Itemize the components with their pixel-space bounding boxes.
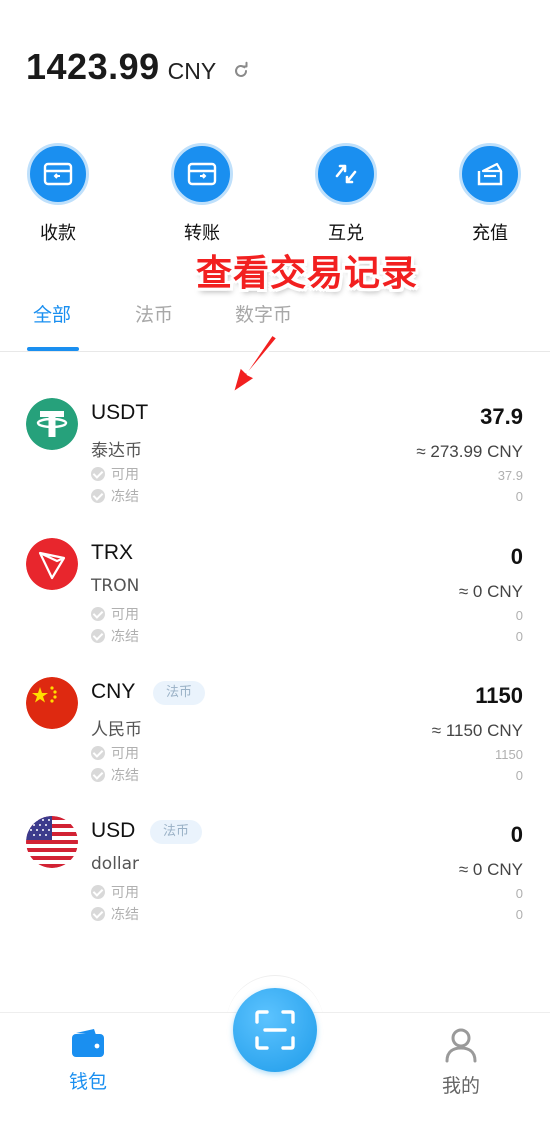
frozen-row: 冻结: [91, 486, 139, 506]
asset-approx-value: ≈ 0 CNY: [458, 582, 523, 601]
topup-icon: [459, 143, 521, 205]
balance-amount: 1423.99: [26, 46, 160, 87]
available-label: 可用: [111, 746, 139, 762]
asset-frozen-value: 0: [515, 768, 523, 783]
asset-name: 人民币: [91, 720, 142, 740]
exchange-icon: [315, 143, 377, 205]
available-row: 可用: [91, 743, 139, 763]
tab-indicator: [27, 347, 79, 351]
balance-summary: 1423.99 CNY: [26, 46, 216, 88]
fiat-badge: 法币: [150, 820, 203, 844]
asset-available-value: 0: [515, 608, 523, 623]
tab-fiat[interactable]: 法币: [135, 300, 173, 327]
check-icon: [91, 467, 105, 481]
asset-name: 泰达币: [91, 441, 142, 461]
check-icon: [91, 768, 105, 782]
frozen-row: 冻结: [91, 904, 139, 924]
available-row: 可用: [91, 464, 139, 484]
user-icon: [445, 1028, 477, 1063]
check-icon: [91, 489, 105, 503]
exchange-label: 互兑: [328, 223, 364, 244]
scan-button[interactable]: [233, 988, 317, 1072]
annotation-arrow-icon: [230, 332, 280, 396]
exchange-button[interactable]: 互兑: [296, 143, 396, 245]
asset-symbol: CNY: [91, 680, 136, 703]
asset-symbol: USD: [91, 819, 136, 842]
tab-digital[interactable]: 数字币: [235, 300, 292, 327]
wallet-icon: [72, 1029, 104, 1057]
asset-name: TRON: [91, 576, 140, 596]
check-icon: [91, 907, 105, 921]
asset-total: 0: [510, 822, 523, 847]
asset-row-cny[interactable]: CNY 法币 人民币 可用 冻结 1150 ≈ 1150 CNY 1150 0: [0, 677, 550, 807]
transfer-button[interactable]: 转账: [152, 143, 252, 245]
asset-approx-value: ≈ 0 CNY: [458, 860, 523, 879]
fiat-badge: 法币: [153, 681, 206, 705]
asset-total: 1150: [475, 683, 523, 708]
tether-icon: [26, 398, 78, 450]
annotation-text: 查看交易记录: [196, 253, 419, 294]
asset-available-value: 0: [515, 886, 523, 901]
check-icon: [91, 885, 105, 899]
receive-button[interactable]: 收款: [8, 143, 108, 245]
refresh-icon[interactable]: [231, 61, 251, 81]
nav-mine[interactable]: 我的: [411, 1027, 511, 1098]
frozen-label: 冻结: [111, 629, 139, 645]
china-flag-icon: [26, 677, 78, 729]
asset-frozen-value: 0: [515, 489, 523, 504]
asset-symbol: TRX: [91, 541, 133, 564]
frozen-label: 冻结: [111, 489, 139, 505]
frozen-row: 冻结: [91, 765, 139, 785]
check-icon: [91, 607, 105, 621]
asset-total: 0: [510, 544, 523, 569]
asset-row-usd[interactable]: USD 法币 dollar 可用 冻结 0 ≈ 0 CNY 0 0: [0, 816, 550, 946]
available-label: 可用: [111, 607, 139, 623]
scan-icon: [255, 1010, 295, 1050]
us-flag-icon: [26, 816, 78, 868]
asset-available-value: 37.9: [497, 468, 523, 483]
asset-approx-value: ≈ 273.99 CNY: [416, 442, 523, 461]
transfer-label: 转账: [184, 223, 220, 244]
frozen-row: 冻结: [91, 626, 139, 646]
balance-unit: CNY: [167, 58, 217, 84]
topup-label: 充值: [472, 223, 508, 244]
asset-available-value: 1150: [495, 747, 523, 762]
transfer-icon: [171, 143, 233, 205]
nav-wallet[interactable]: 钱包: [38, 1027, 138, 1094]
available-row: 可用: [91, 604, 139, 624]
asset-total: 37.9: [480, 404, 523, 429]
topup-button[interactable]: 充值: [440, 143, 540, 245]
nav-wallet-label: 钱包: [68, 1071, 107, 1093]
check-icon: [91, 746, 105, 760]
check-icon: [91, 629, 105, 643]
tron-icon: [26, 538, 78, 590]
nav-mine-label: 我的: [441, 1075, 480, 1097]
asset-frozen-value: 0: [515, 629, 523, 644]
asset-row-trx[interactable]: TRX TRON 可用 冻结 0 ≈ 0 CNY 0 0: [0, 538, 550, 668]
available-label: 可用: [111, 467, 139, 483]
tab-all[interactable]: 全部: [33, 300, 71, 327]
asset-row-usdt[interactable]: USDT 泰达币 可用 冻结 37.9 ≈ 273.99 CNY 37.9 0: [0, 398, 550, 528]
frozen-label: 冻结: [111, 907, 139, 923]
receive-icon: [27, 143, 89, 205]
available-label: 可用: [111, 885, 139, 901]
asset-name: dollar: [91, 854, 140, 874]
asset-approx-value: ≈ 1150 CNY: [431, 721, 523, 740]
receive-label: 收款: [40, 223, 76, 244]
available-row: 可用: [91, 882, 139, 902]
asset-frozen-value: 0: [515, 907, 523, 922]
asset-symbol: USDT: [91, 401, 149, 424]
frozen-label: 冻结: [111, 768, 139, 784]
